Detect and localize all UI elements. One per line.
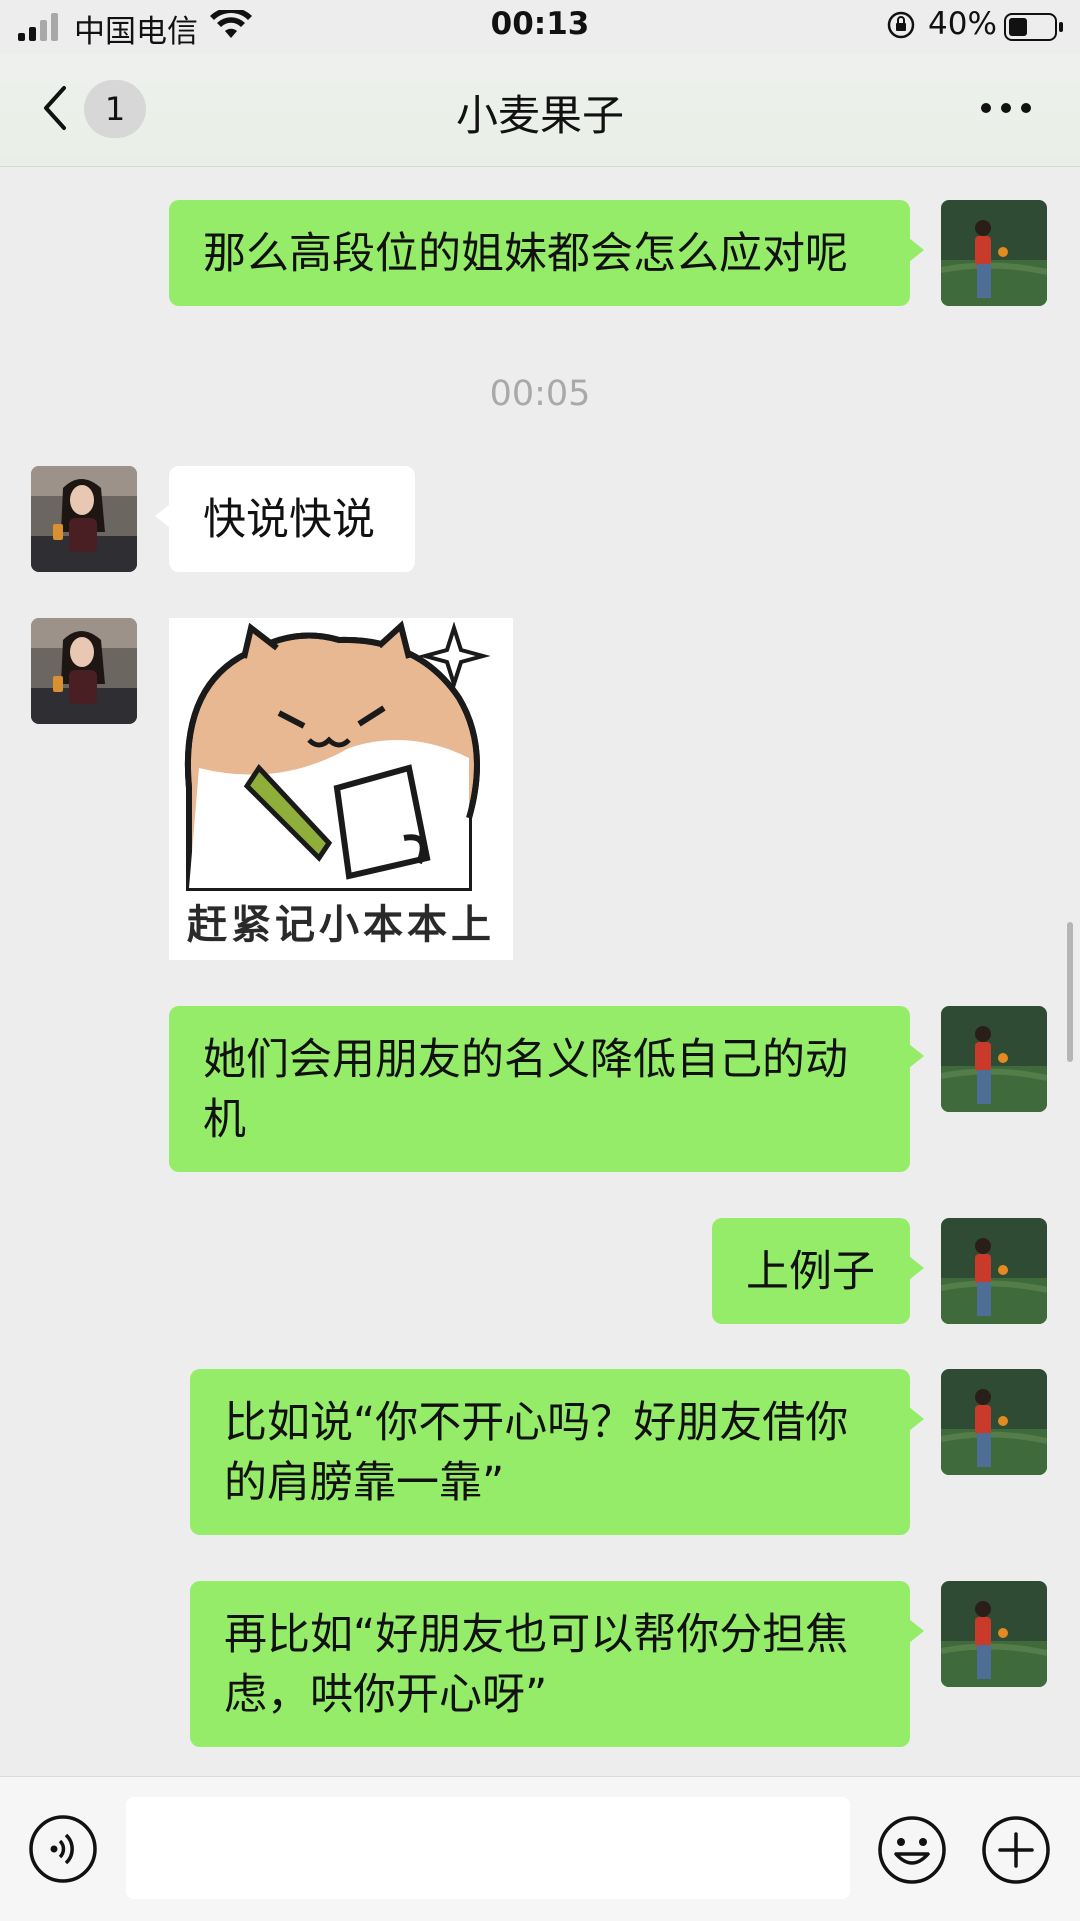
hamster-note-illustration — [184, 620, 491, 891]
emoji-icon[interactable] — [876, 1814, 948, 1886]
own-avatar[interactable] — [941, 1218, 1047, 1324]
status-bar: 中国电信 00:13 40% — [0, 0, 1080, 54]
chat-title: 小麦果子 — [455, 91, 624, 140]
clock: 00:13 — [490, 6, 590, 42]
input-bar — [0, 1776, 1080, 1921]
chat-header: 1 小麦果子 — [0, 54, 1080, 167]
message-bubble-own[interactable]: 比如说“你不开心吗？好朋友借你的肩膀靠一靠” — [190, 1369, 924, 1535]
plus-icon[interactable] — [980, 1814, 1052, 1886]
timestamp: 00:05 — [489, 374, 591, 414]
message-text: 那么高段位的姐妹都会怎么应对呢 — [203, 229, 848, 279]
message-bubble-own[interactable]: 再比如“好朋友也可以帮你分担焦虑，哄你开心呀” — [190, 1581, 924, 1747]
sticker-caption: 赶紧记小本本上 — [187, 902, 495, 948]
message-bubble-own[interactable]: 上例子 — [712, 1218, 924, 1324]
message-bubble-own[interactable]: 那么高段位的姐妹都会怎么应对呢 — [169, 200, 924, 306]
message-text: 再比如“好朋友也可以帮你分担焦虑，哄你开心呀” — [224, 1610, 849, 1720]
battery-percent: 40% — [928, 6, 997, 42]
hamster-sticker[interactable]: 赶紧记小本本上 — [169, 618, 513, 960]
own-avatar[interactable] — [941, 1006, 1047, 1112]
contact-avatar[interactable] — [31, 466, 137, 572]
more-options-icon[interactable] — [980, 100, 1032, 116]
scrollbar[interactable] — [1067, 922, 1073, 1062]
message-bubble-contact[interactable]: 快说快说 — [155, 466, 415, 572]
own-avatar[interactable] — [941, 1369, 1047, 1475]
rotation-lock-icon — [887, 11, 915, 39]
message-text: 快说快说 — [203, 495, 375, 545]
message-bubble-own[interactable]: 她们会用朋友的名义降低自己的动机 — [169, 1006, 924, 1172]
message-text: 比如说“你不开心吗？好朋友借你的肩膀靠一靠” — [224, 1398, 849, 1508]
voice-icon[interactable] — [28, 1814, 98, 1884]
own-avatar[interactable] — [941, 200, 1047, 306]
message-text: 上例子 — [746, 1247, 875, 1297]
battery-icon — [1004, 13, 1063, 41]
contact-avatar[interactable] — [31, 618, 137, 724]
message-input[interactable] — [126, 1797, 850, 1899]
message-text: 她们会用朋友的名义降低自己的动机 — [203, 1035, 848, 1145]
own-avatar[interactable] — [941, 1581, 1047, 1687]
